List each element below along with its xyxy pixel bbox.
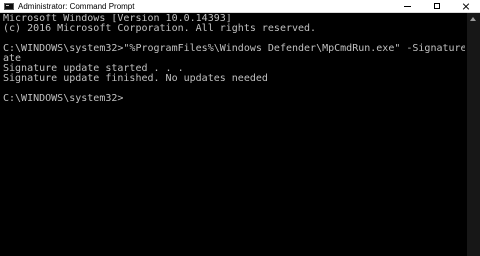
scroll-up-arrow-icon[interactable] — [470, 17, 476, 21]
console-line-copyright: (c) 2016 Microsoft Corporation. All righ… — [3, 23, 317, 34]
cmd-console-icon — [4, 3, 14, 10]
maximize-icon — [433, 3, 440, 9]
title-bar[interactable]: Administrator: Command Prompt — [0, 0, 480, 13]
close-icon — [462, 2, 470, 10]
close-button[interactable] — [451, 0, 480, 12]
window-controls — [393, 0, 480, 12]
console-line-command: C:\WINDOWS\system32>"%ProgramFiles%\Wind… — [3, 43, 465, 54]
console-output[interactable]: Microsoft Windows [Version 10.0.14393] (… — [3, 14, 465, 256]
window-title: Administrator: Command Prompt — [18, 2, 135, 11]
minimize-button[interactable] — [393, 0, 422, 12]
command-prompt-window: Administrator: Command Prompt Microsoft … — [0, 0, 480, 256]
console-line-update-finished: Signature update finished. No updates ne… — [3, 73, 268, 84]
minimize-icon — [404, 5, 411, 7]
vertical-scrollbar[interactable] — [467, 13, 480, 256]
console-prompt[interactable]: C:\WINDOWS\system32> — [3, 94, 465, 104]
maximize-button[interactable] — [422, 0, 451, 12]
